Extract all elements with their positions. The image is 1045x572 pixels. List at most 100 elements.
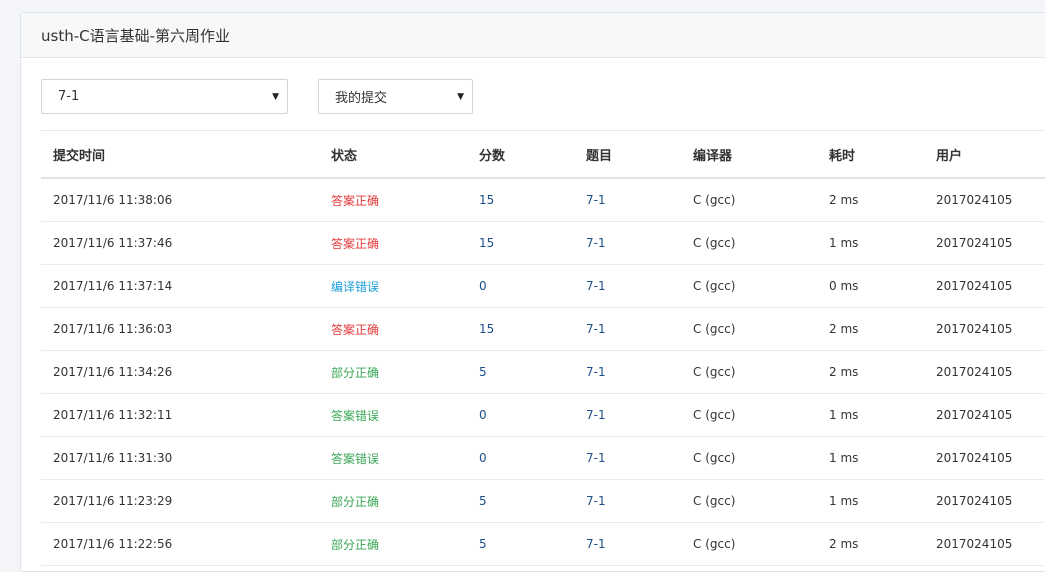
cell-problem: 7-1 — [574, 307, 681, 351]
cell-status-text[interactable]: 部分正确 — [331, 538, 379, 552]
cell-problem-text[interactable]: 7-1 — [586, 365, 606, 379]
caret-down-icon: ▼ — [457, 92, 464, 102]
cell-status-text[interactable]: 答案正确 — [331, 194, 379, 208]
cell-problem-text[interactable]: 7-1 — [586, 408, 606, 422]
page-title: usth-C语言基础-第六周作业 — [41, 26, 231, 45]
column-header-user: 用户 — [924, 130, 1045, 179]
cell-problem-text[interactable]: 7-1 — [586, 236, 606, 250]
problem-select-value: 7-1 — [58, 89, 80, 104]
cell-submit-time: 2017/11/6 11:34:26 — [41, 350, 319, 394]
cell-score: 5 — [467, 479, 574, 523]
cell-status: 编译错误 — [319, 264, 467, 308]
cell-user: 2017024105 — [924, 350, 1045, 394]
cell-user-text: 2017024105 — [936, 322, 1013, 336]
cell-user-text: 2017024105 — [936, 537, 1013, 551]
cell-problem: 7-1 — [574, 264, 681, 308]
cell-problem-text[interactable]: 7-1 — [586, 322, 606, 336]
cell-status-text[interactable]: 部分正确 — [331, 366, 379, 380]
cell-score: 15 — [467, 221, 574, 265]
column-header-score: 分数 — [467, 130, 574, 179]
cell-status: 答案错误 — [319, 436, 467, 480]
cell-problem: 7-1 — [574, 436, 681, 480]
cell-compiler: C (gcc) — [681, 522, 817, 566]
cell-user: 2017024105 — [924, 436, 1045, 480]
cell-score-text[interactable]: 5 — [479, 365, 487, 379]
cell-problem: 7-1 — [574, 393, 681, 437]
cell-status: 答案正确 — [319, 221, 467, 265]
cell-status-text[interactable]: 答案错误 — [331, 409, 379, 423]
scope-select-value: 我的提交 — [335, 91, 388, 106]
cell-compiler-text: C (gcc) — [693, 451, 736, 465]
cell-time-cost-text: 1 ms — [829, 451, 859, 465]
cell-user: 2017024105 — [924, 479, 1045, 523]
cell-user: 2017024105 — [924, 178, 1045, 222]
cell-compiler-text: C (gcc) — [693, 236, 736, 250]
cell-submit-time: 2017/11/6 11:37:14 — [41, 264, 319, 308]
cell-time-cost: 1 ms — [817, 479, 924, 523]
cell-compiler: C (gcc) — [681, 178, 817, 222]
cell-score: 15 — [467, 307, 574, 351]
cell-compiler: C (gcc) — [681, 350, 817, 394]
cell-time-cost-text: 1 ms — [829, 494, 859, 508]
cell-status: 部分正确 — [319, 522, 467, 566]
cell-compiler-text: C (gcc) — [693, 537, 736, 551]
cell-score-text[interactable]: 15 — [479, 236, 494, 250]
cell-submit-time: 2017/11/6 11:37:46 — [41, 221, 319, 265]
cell-score: 5 — [467, 522, 574, 566]
cell-user: 2017024105 — [924, 393, 1045, 437]
table-row: 2017/11/6 11:37:14 编译错误 0 7-1 C (gcc) 0 ms 201… — [41, 264, 1045, 308]
cell-score-text[interactable]: 0 — [479, 279, 487, 293]
cell-time-cost: 0 ms — [817, 264, 924, 308]
cell-compiler: C (gcc) — [681, 479, 817, 523]
cell-status-text[interactable]: 部分正确 — [331, 495, 379, 509]
table-row: 2017/11/6 11:31:30 答案错误 0 7-1 C (gcc) 1 ms 201… — [41, 436, 1045, 480]
cell-submit-time-text: 2017/11/6 11:22:56 — [53, 537, 173, 551]
panel-header: usth-C语言基础-第六周作业 — [21, 13, 1045, 58]
submissions-panel: usth-C语言基础-第六周作业 7-1 ▼ 我的提交 ▼ 提交时间 状态 分数… — [20, 12, 1045, 572]
cell-status-text[interactable]: 答案正确 — [331, 323, 379, 337]
caret-down-icon: ▼ — [272, 92, 279, 102]
cell-score-text[interactable]: 0 — [479, 408, 487, 422]
problem-select[interactable]: 7-1 ▼ — [41, 79, 288, 114]
cell-score-text[interactable]: 15 — [479, 322, 494, 336]
cell-submit-time-text: 2017/11/6 11:31:30 — [53, 451, 173, 465]
cell-time-cost-text: 2 ms — [829, 365, 859, 379]
table-header-row: 提交时间 状态 分数 题目 编译器 耗时 用户 — [41, 130, 1045, 179]
cell-user: 2017024105 — [924, 307, 1045, 351]
cell-compiler: C (gcc) — [681, 264, 817, 308]
cell-problem-text[interactable]: 7-1 — [586, 451, 606, 465]
cell-user-text: 2017024105 — [936, 193, 1013, 207]
scope-select[interactable]: 我的提交 ▼ — [318, 79, 473, 114]
cell-submit-time: 2017/11/6 11:32:11 — [41, 393, 319, 437]
cell-compiler-text: C (gcc) — [693, 279, 736, 293]
cell-compiler-text: C (gcc) — [693, 322, 736, 336]
cell-problem-text[interactable]: 7-1 — [586, 193, 606, 207]
cell-status-text[interactable]: 答案错误 — [331, 452, 379, 466]
cell-score-text[interactable]: 0 — [479, 451, 487, 465]
table-row: 2017/11/6 11:32:11 答案错误 0 7-1 C (gcc) 1 ms 201… — [41, 393, 1045, 437]
filter-bar: 7-1 ▼ 我的提交 ▼ — [41, 79, 473, 114]
cell-score: 0 — [467, 436, 574, 480]
cell-time-cost-text: 1 ms — [829, 236, 859, 250]
cell-time-cost-text: 1 ms — [829, 408, 859, 422]
cell-problem: 7-1 — [574, 178, 681, 222]
cell-submit-time-text: 2017/11/6 11:36:03 — [53, 322, 173, 336]
cell-compiler: C (gcc) — [681, 436, 817, 480]
cell-problem-text[interactable]: 7-1 — [586, 537, 606, 551]
column-header-problem: 题目 — [574, 130, 681, 179]
cell-score-text[interactable]: 5 — [479, 537, 487, 551]
cell-status: 部分正确 — [319, 350, 467, 394]
cell-submit-time-text: 2017/11/6 11:34:26 — [53, 365, 173, 379]
cell-problem-text[interactable]: 7-1 — [586, 494, 606, 508]
cell-problem-text[interactable]: 7-1 — [586, 279, 606, 293]
cell-score-text[interactable]: 5 — [479, 494, 487, 508]
cell-user: 2017024105 — [924, 522, 1045, 566]
cell-score-text[interactable]: 15 — [479, 193, 494, 207]
table-row: 2017/11/6 11:37:46 答案正确 15 7-1 C (gcc) 1 ms 20… — [41, 221, 1045, 265]
cell-time-cost: 1 ms — [817, 436, 924, 480]
cell-submit-time-text: 2017/11/6 11:32:11 — [53, 408, 173, 422]
cell-status-text[interactable]: 编译错误 — [331, 280, 379, 294]
cell-status-text[interactable]: 答案正确 — [331, 237, 379, 251]
cell-time-cost: 1 ms — [817, 221, 924, 265]
cell-compiler-text: C (gcc) — [693, 408, 736, 422]
